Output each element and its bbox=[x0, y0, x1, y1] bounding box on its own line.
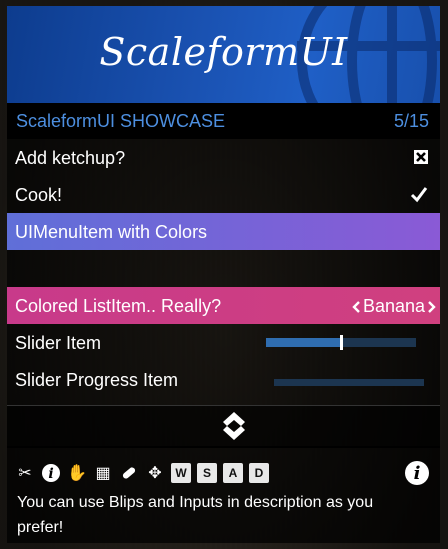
menu-item-label: Slider Progress Item bbox=[15, 370, 179, 390]
key-s: S bbox=[197, 463, 217, 483]
description-text: You can use Blips and Inputs in descript… bbox=[17, 494, 374, 536]
building-icon: ▦ bbox=[95, 465, 111, 482]
key-a: A bbox=[223, 463, 243, 483]
subtitle-bar: ScaleformUI SHOWCASE 5/15 bbox=[7, 103, 440, 139]
menu-item-slider[interactable]: Slider Item bbox=[7, 324, 440, 361]
menu-item-colored[interactable]: UIMenuItem with Colors bbox=[7, 213, 440, 250]
scroll-bar[interactable] bbox=[7, 405, 440, 446]
menu-banner: ScaleformUI bbox=[7, 6, 440, 103]
chevron-right-icon[interactable] bbox=[427, 300, 436, 314]
list-selector[interactable]: Banana bbox=[352, 296, 436, 317]
move-icon: ✥ bbox=[148, 465, 162, 482]
chevron-left-icon[interactable] bbox=[352, 300, 361, 314]
info-icon: i bbox=[405, 461, 429, 485]
menu-item-label: Cook! bbox=[15, 185, 63, 205]
list-value: Banana bbox=[362, 296, 425, 316]
menu-item-colored-list[interactable]: Colored ListItem.. Really? Banana bbox=[7, 287, 440, 324]
banner-title: ScaleformUI bbox=[99, 30, 348, 74]
menu-item-label: UIMenuItem with Colors bbox=[15, 222, 208, 242]
pill-icon bbox=[119, 463, 139, 483]
menu-item-spacer bbox=[7, 250, 440, 287]
menu-item-label: Add ketchup? bbox=[15, 148, 126, 168]
slider-fill bbox=[266, 338, 341, 347]
menu-item-slider-progress[interactable]: Slider Progress Item bbox=[7, 361, 440, 398]
menu-item-add-ketchup[interactable]: Add ketchup? bbox=[7, 139, 440, 176]
scroll-arrows-icon[interactable] bbox=[221, 410, 247, 442]
slider-knob[interactable] bbox=[340, 335, 343, 350]
checkmark-icon bbox=[410, 185, 428, 208]
key-w: W bbox=[171, 463, 191, 483]
item-counter: 5/15 bbox=[393, 111, 429, 131]
svg-text:i: i bbox=[414, 463, 421, 484]
info-icon: i bbox=[41, 463, 61, 483]
menu-item-label: Colored ListItem.. Really? bbox=[15, 296, 222, 316]
description-icons: ✂ i ✋ ▦ ✥ W S A D bbox=[15, 461, 269, 485]
scaleform-menu: ScaleformUI ScaleformUI SHOWCASE 5/15 Ad… bbox=[7, 6, 440, 543]
scissors-icon: ✂ bbox=[18, 465, 32, 482]
slider-track[interactable] bbox=[266, 335, 416, 350]
description-panel: ✂ i ✋ ▦ ✥ W S A D i You can use Blips an… bbox=[7, 446, 440, 543]
cross-check-icon[interactable] bbox=[414, 150, 428, 164]
menu-items: Add ketchup? Cook! UIMenuItem with Color… bbox=[7, 139, 440, 405]
key-d: D bbox=[249, 463, 269, 483]
menu-subtitle: ScaleformUI SHOWCASE bbox=[16, 111, 226, 131]
menu-item-label: Slider Item bbox=[15, 333, 102, 353]
hand-icon: ✋ bbox=[67, 465, 87, 482]
menu-item-cook[interactable]: Cook! bbox=[7, 176, 440, 213]
svg-text:i: i bbox=[48, 466, 53, 482]
progress-track[interactable] bbox=[274, 379, 424, 386]
